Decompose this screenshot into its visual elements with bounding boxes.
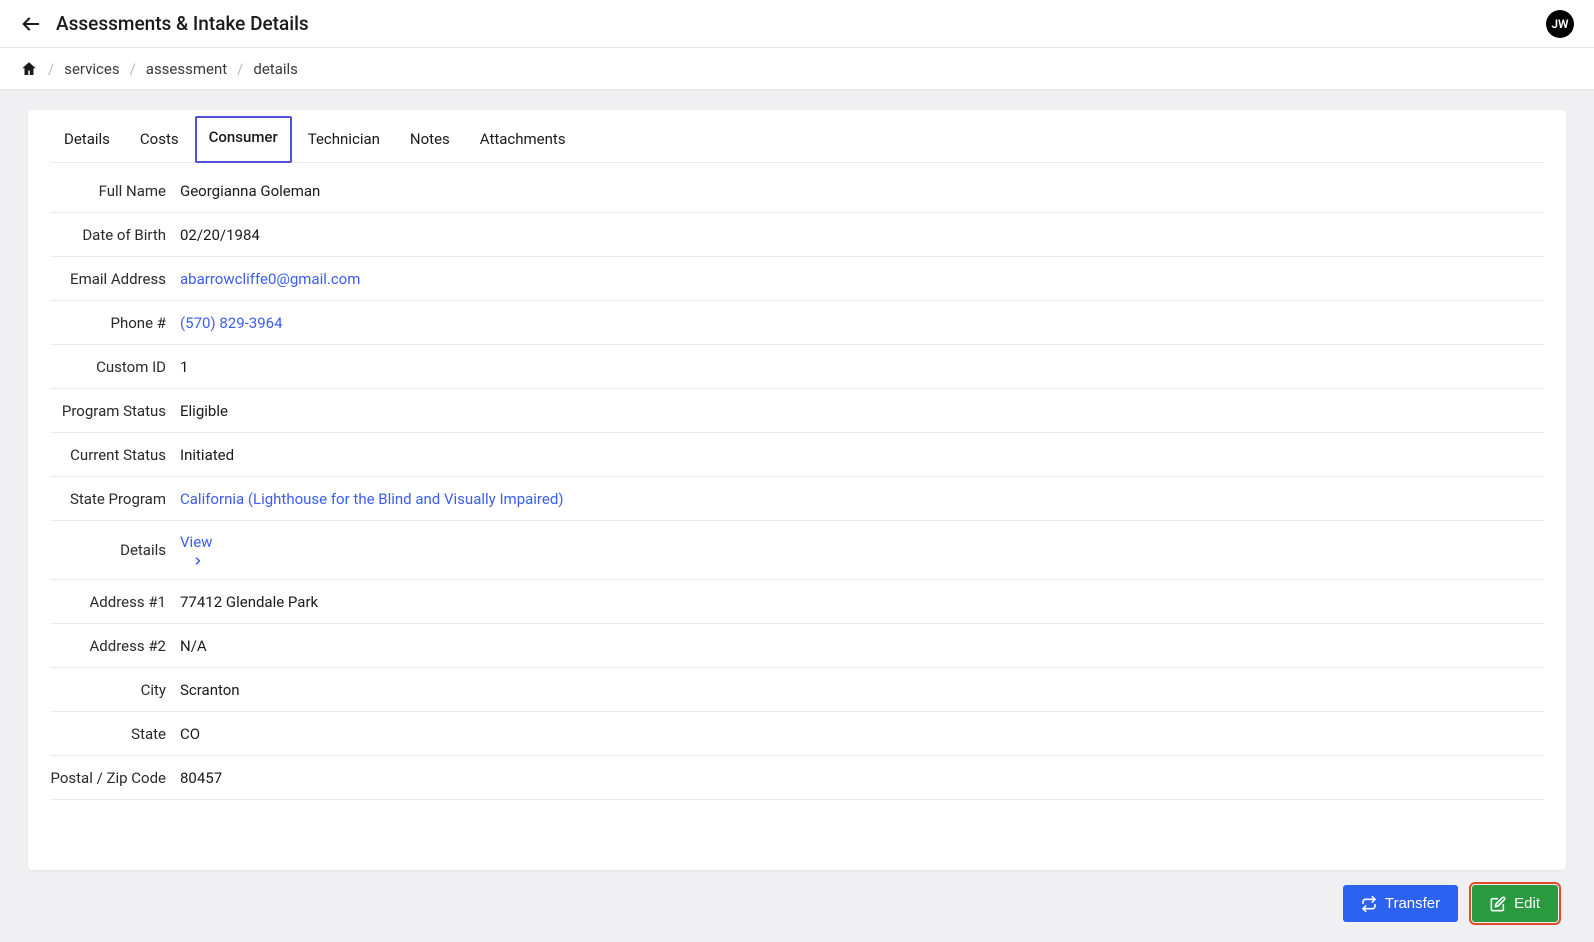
row-state-program: State Program California (Lighthouse for…	[50, 477, 1544, 521]
transfer-icon	[1361, 896, 1377, 912]
tab-consumer[interactable]: Consumer	[195, 116, 292, 163]
breadcrumb-sep: /	[48, 60, 54, 78]
crumb-assessment[interactable]: assessment	[146, 60, 227, 78]
row-custom-id: Custom ID 1	[50, 345, 1544, 389]
page-title: Assessments & Intake Details	[56, 12, 309, 35]
tab-technician[interactable]: Technician	[294, 116, 394, 162]
label-details: Details	[50, 541, 180, 559]
breadcrumb-sep: /	[130, 60, 136, 78]
edit-button[interactable]: Edit	[1472, 885, 1558, 922]
value-program-status: Eligible	[180, 402, 228, 420]
row-city: City Scranton	[50, 668, 1544, 712]
breadcrumb-sep: /	[237, 60, 243, 78]
label-dob: Date of Birth	[50, 226, 180, 244]
row-address2: Address #2 N/A	[50, 624, 1544, 668]
label-full-name: Full Name	[50, 182, 180, 200]
tab-details[interactable]: Details	[50, 116, 124, 162]
row-current-status: Current Status Initiated	[50, 433, 1544, 477]
value-zip: 80457	[180, 769, 222, 787]
label-phone: Phone #	[50, 314, 180, 332]
label-email: Email Address	[50, 270, 180, 288]
label-state-program: State Program	[50, 490, 180, 508]
back-button[interactable]	[20, 13, 42, 35]
tab-notes[interactable]: Notes	[396, 116, 464, 162]
arrow-left-icon	[20, 13, 42, 35]
label-address1: Address #1	[50, 593, 180, 611]
transfer-label: Transfer	[1385, 895, 1440, 912]
value-address1: 77412 Glendale Park	[180, 593, 318, 611]
crumb-services[interactable]: services	[64, 60, 119, 78]
row-address1: Address #1 77412 Glendale Park	[50, 580, 1544, 624]
tab-attachments[interactable]: Attachments	[466, 116, 580, 162]
value-state-program[interactable]: California (Lighthouse for the Blind and…	[180, 490, 564, 508]
value-email[interactable]: abarrowcliffe0@gmail.com	[180, 270, 360, 288]
action-buttons: Transfer Edit	[1343, 885, 1558, 922]
edit-icon	[1490, 896, 1506, 912]
row-dob: Date of Birth 02/20/1984	[50, 213, 1544, 257]
tab-costs[interactable]: Costs	[126, 116, 193, 162]
value-state: CO	[180, 725, 200, 743]
row-full-name: Full Name Georgianna Goleman	[50, 169, 1544, 213]
breadcrumb: / services / assessment / details	[0, 48, 1594, 90]
avatar[interactable]: JW	[1546, 10, 1574, 38]
value-current-status: Initiated	[180, 446, 234, 464]
chevron-right-icon	[192, 555, 204, 567]
topbar: Assessments & Intake Details JW	[0, 0, 1594, 48]
row-state: State CO	[50, 712, 1544, 756]
home-icon[interactable]	[20, 60, 38, 78]
value-custom-id: 1	[180, 358, 188, 376]
crumb-details[interactable]: details	[253, 60, 298, 78]
row-phone: Phone # (570) 829-3964	[50, 301, 1544, 345]
label-program-status: Program Status	[50, 402, 180, 420]
label-current-status: Current Status	[50, 446, 180, 464]
value-full-name: Georgianna Goleman	[180, 182, 320, 200]
label-state: State	[50, 725, 180, 743]
value-phone[interactable]: (570) 829-3964	[180, 314, 283, 332]
row-program-status: Program Status Eligible	[50, 389, 1544, 433]
row-email: Email Address abarrowcliffe0@gmail.com	[50, 257, 1544, 301]
label-custom-id: Custom ID	[50, 358, 180, 376]
value-details-view[interactable]: View	[180, 533, 212, 567]
tabs: Details Costs Consumer Technician Notes …	[50, 110, 1544, 163]
value-address2: N/A	[180, 637, 207, 655]
edit-label: Edit	[1514, 895, 1540, 912]
transfer-button[interactable]: Transfer	[1343, 885, 1458, 922]
label-zip: Postal / Zip Code	[50, 769, 180, 787]
row-zip: Postal / Zip Code 80457	[50, 756, 1544, 800]
details-view-text: View	[180, 533, 212, 551]
details-card: Details Costs Consumer Technician Notes …	[28, 110, 1566, 870]
label-address2: Address #2	[50, 637, 180, 655]
value-dob: 02/20/1984	[180, 226, 260, 244]
label-city: City	[50, 681, 180, 699]
row-details: Details View	[50, 521, 1544, 580]
value-city: Scranton	[180, 681, 240, 699]
